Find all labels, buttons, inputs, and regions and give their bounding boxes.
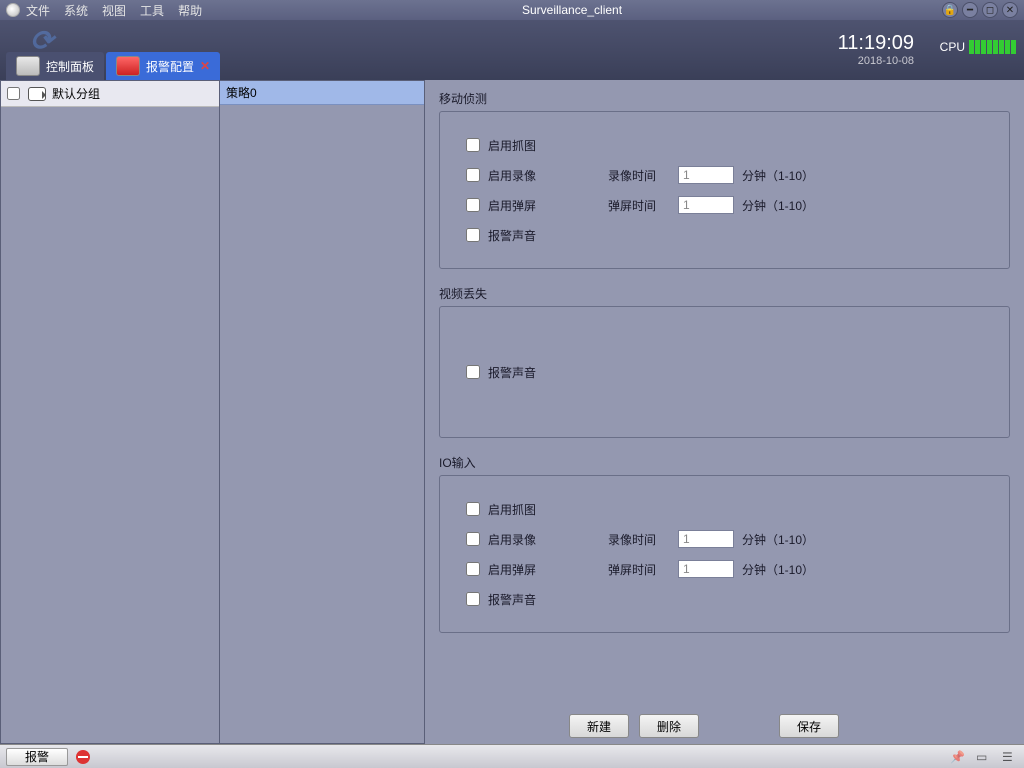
cpu-meter: CPU bbox=[940, 40, 1016, 54]
io-capture-checkbox[interactable] bbox=[466, 502, 480, 516]
menu-bar: 文件 系统 视图 工具 帮助 bbox=[26, 2, 202, 19]
io-popup-checkbox[interactable] bbox=[466, 562, 480, 576]
close-icon[interactable]: ✕ bbox=[200, 59, 210, 73]
strategy-panel: 策略0 bbox=[220, 80, 425, 744]
toolbar: ⟳ 控制面板 报警配置 ✕ 11:19:09 2018-10-08 CPU bbox=[0, 20, 1024, 80]
group-box: 启用抓图 启用录像 录像时间 分钟（1-10） 启用弹屏 弹屏时间 分钟（1-1… bbox=[439, 475, 1010, 633]
device-tree-panel: 默认分组 bbox=[0, 80, 220, 744]
pin-icon[interactable]: 📌 bbox=[950, 750, 966, 764]
tree-root-label: 默认分组 bbox=[52, 85, 100, 102]
motion-popup-checkbox[interactable] bbox=[466, 198, 480, 212]
group-title: 视频丢失 bbox=[439, 285, 1010, 302]
popup-time-suffix: 分钟（1-10） bbox=[742, 197, 814, 214]
clock-date: 2018-10-08 bbox=[838, 55, 914, 67]
close-button[interactable]: ✕ bbox=[1002, 2, 1018, 18]
menu-view[interactable]: 视图 bbox=[102, 2, 126, 19]
io-capture-label: 启用抓图 bbox=[488, 501, 608, 518]
window-buttons: 🔒 ━ ◻ ✕ bbox=[942, 2, 1018, 18]
group-box: 启用抓图 启用录像 录像时间 分钟（1-10） 启用弹屏 弹屏时间 分钟（1-1… bbox=[439, 111, 1010, 269]
record-time-label: 录像时间 bbox=[608, 531, 678, 548]
tab-row: 控制面板 报警配置 ✕ bbox=[6, 52, 222, 80]
tree-root-item[interactable]: 默认分组 bbox=[1, 81, 219, 107]
button-row: 新建 删除 保存 bbox=[439, 714, 1010, 738]
cpu-bars-icon bbox=[969, 40, 1016, 54]
motion-capture-label: 启用抓图 bbox=[488, 137, 608, 154]
tree-root-checkbox[interactable] bbox=[7, 87, 20, 100]
record-time-suffix: 分钟（1-10） bbox=[742, 167, 814, 184]
group-io: IO输入 启用抓图 启用录像 录像时间 分钟（1-10） 启用弹屏 弹屏时间 bbox=[439, 454, 1010, 633]
videoloss-sound-label: 报警声音 bbox=[488, 364, 608, 381]
group-videoloss: 视频丢失 报警声音 bbox=[439, 285, 1010, 438]
motion-popup-time-input[interactable] bbox=[678, 196, 734, 214]
new-button[interactable]: 新建 bbox=[569, 714, 629, 738]
group-title: 移动侦测 bbox=[439, 90, 1010, 107]
io-sound-label: 报警声音 bbox=[488, 591, 608, 608]
app-icon bbox=[6, 3, 20, 17]
io-popup-label: 启用弹屏 bbox=[488, 561, 608, 578]
motion-popup-label: 启用弹屏 bbox=[488, 197, 608, 214]
io-sound-checkbox[interactable] bbox=[466, 592, 480, 606]
delete-button[interactable]: 删除 bbox=[639, 714, 699, 738]
strategy-item[interactable]: 策略0 bbox=[220, 81, 424, 105]
minimize-button[interactable]: ━ bbox=[962, 2, 978, 18]
cpu-label: CPU bbox=[940, 40, 965, 54]
tab-alarm-config[interactable]: 报警配置 ✕ bbox=[106, 52, 220, 80]
menu-system[interactable]: 系统 bbox=[64, 2, 88, 19]
videoloss-sound-checkbox[interactable] bbox=[466, 365, 480, 379]
status-bar: 报警 📌 ▭ ☰ bbox=[0, 744, 1024, 768]
popup-time-suffix: 分钟（1-10） bbox=[742, 561, 814, 578]
motion-sound-checkbox[interactable] bbox=[466, 228, 480, 242]
popup-time-label: 弹屏时间 bbox=[608, 197, 678, 214]
io-popup-time-input[interactable] bbox=[678, 560, 734, 578]
maximize-button[interactable]: ◻ bbox=[982, 2, 998, 18]
alarm-status-button[interactable]: 报警 bbox=[6, 748, 68, 766]
alarm-config-icon bbox=[116, 56, 140, 76]
record-time-suffix: 分钟（1-10） bbox=[742, 531, 814, 548]
io-record-label: 启用录像 bbox=[488, 531, 608, 548]
control-panel-icon bbox=[16, 56, 40, 76]
menu-help[interactable]: 帮助 bbox=[178, 2, 202, 19]
motion-capture-checkbox[interactable] bbox=[466, 138, 480, 152]
camera-icon bbox=[28, 87, 46, 101]
clock: 11:19:09 2018-10-08 bbox=[838, 32, 914, 67]
menu-file[interactable]: 文件 bbox=[26, 2, 50, 19]
record-time-label: 录像时间 bbox=[608, 167, 678, 184]
tab-label: 控制面板 bbox=[46, 58, 94, 75]
main-body: 默认分组 策略0 移动侦测 启用抓图 启用录像 录像时间 分钟（1-10） bbox=[0, 80, 1024, 744]
settings-panel: 移动侦测 启用抓图 启用录像 录像时间 分钟（1-10） 启用弹屏 弹屏时间 bbox=[425, 80, 1024, 744]
clock-time: 11:19:09 bbox=[838, 32, 914, 55]
io-record-checkbox[interactable] bbox=[466, 532, 480, 546]
title-bar: 文件 系统 视图 工具 帮助 Surveillance_client 🔒 ━ ◻… bbox=[0, 0, 1024, 20]
lock-button[interactable]: 🔒 bbox=[942, 2, 958, 18]
tab-label: 报警配置 bbox=[146, 58, 194, 75]
group-motion: 移动侦测 启用抓图 启用录像 录像时间 分钟（1-10） 启用弹屏 弹屏时间 bbox=[439, 90, 1010, 269]
motion-record-label: 启用录像 bbox=[488, 167, 608, 184]
popup-time-label: 弹屏时间 bbox=[608, 561, 678, 578]
group-box: 报警声音 bbox=[439, 306, 1010, 438]
window-title: Surveillance_client bbox=[202, 3, 942, 17]
io-record-time-input[interactable] bbox=[678, 530, 734, 548]
tab-control-panel[interactable]: 控制面板 bbox=[6, 52, 104, 80]
window-icon[interactable]: ▭ bbox=[976, 750, 992, 764]
motion-record-time-input[interactable] bbox=[678, 166, 734, 184]
group-title: IO输入 bbox=[439, 454, 1010, 471]
save-button[interactable]: 保存 bbox=[779, 714, 839, 738]
alarm-disabled-icon[interactable] bbox=[74, 748, 92, 766]
list-icon[interactable]: ☰ bbox=[1002, 750, 1018, 764]
motion-sound-label: 报警声音 bbox=[488, 227, 608, 244]
motion-record-checkbox[interactable] bbox=[466, 168, 480, 182]
menu-tools[interactable]: 工具 bbox=[140, 2, 164, 19]
